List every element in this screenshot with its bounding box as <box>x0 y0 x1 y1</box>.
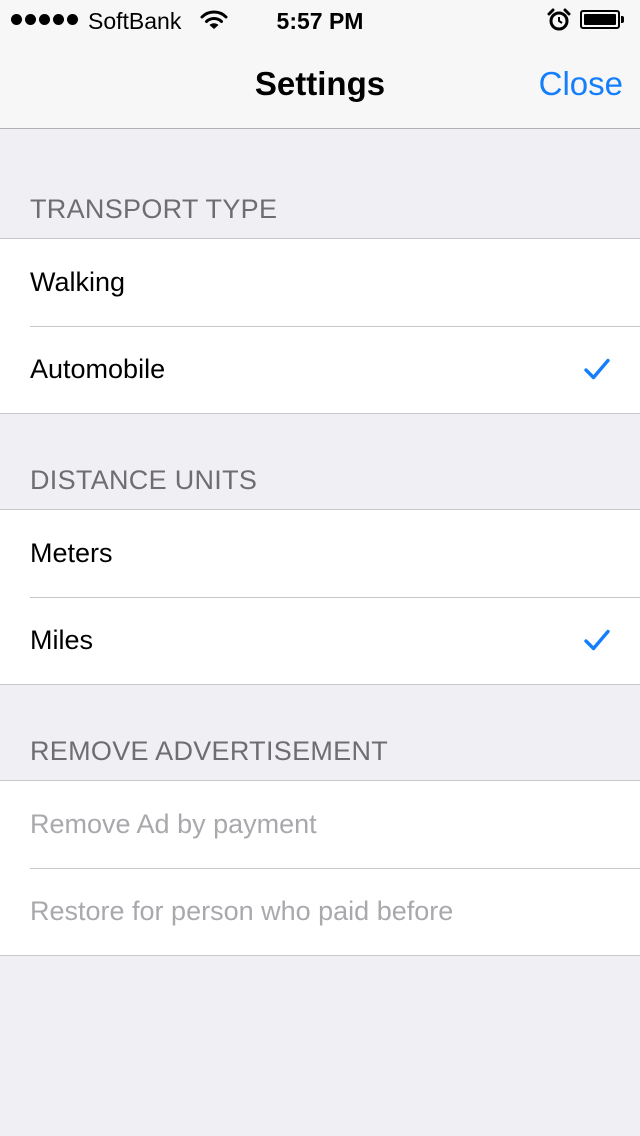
option-label: Walking <box>30 267 126 297</box>
restore-purchase-row[interactable]: Restore for person who paid before <box>0 868 640 955</box>
option-label: Miles <box>30 625 94 655</box>
option-miles[interactable]: Miles <box>0 597 640 684</box>
section-header-transport: TRANSPORT TYPE <box>30 194 278 224</box>
distance-units-group: Meters Miles <box>0 509 640 685</box>
section-header-distance: DISTANCE UNITS <box>30 465 258 495</box>
option-walking[interactable]: Walking <box>0 239 640 326</box>
checkmark-icon <box>584 358 610 380</box>
checkmark-icon <box>584 629 610 651</box>
transport-type-group: Walking Automobile <box>0 238 640 414</box>
option-meters[interactable]: Meters <box>0 510 640 597</box>
option-label: Meters <box>30 538 113 568</box>
option-label: Remove Ad by payment <box>30 809 317 839</box>
battery-icon <box>580 10 624 29</box>
navigation-bar: Settings Close <box>0 40 640 129</box>
alarm-clock-icon <box>547 8 571 31</box>
section-header-remove-ad: REMOVE ADVERTISEMENT <box>30 736 389 766</box>
close-button[interactable]: Close <box>539 64 623 104</box>
status-bar: SoftBank 5:57 PM <box>0 0 640 40</box>
remove-ad-payment-row[interactable]: Remove Ad by payment <box>0 781 640 868</box>
option-label: Automobile <box>30 354 166 384</box>
remove-ad-group: Remove Ad by payment Restore for person … <box>0 780 640 956</box>
status-time: 5:57 PM <box>276 8 364 34</box>
option-automobile[interactable]: Automobile <box>0 326 640 413</box>
option-label: Restore for person who paid before <box>30 896 454 926</box>
